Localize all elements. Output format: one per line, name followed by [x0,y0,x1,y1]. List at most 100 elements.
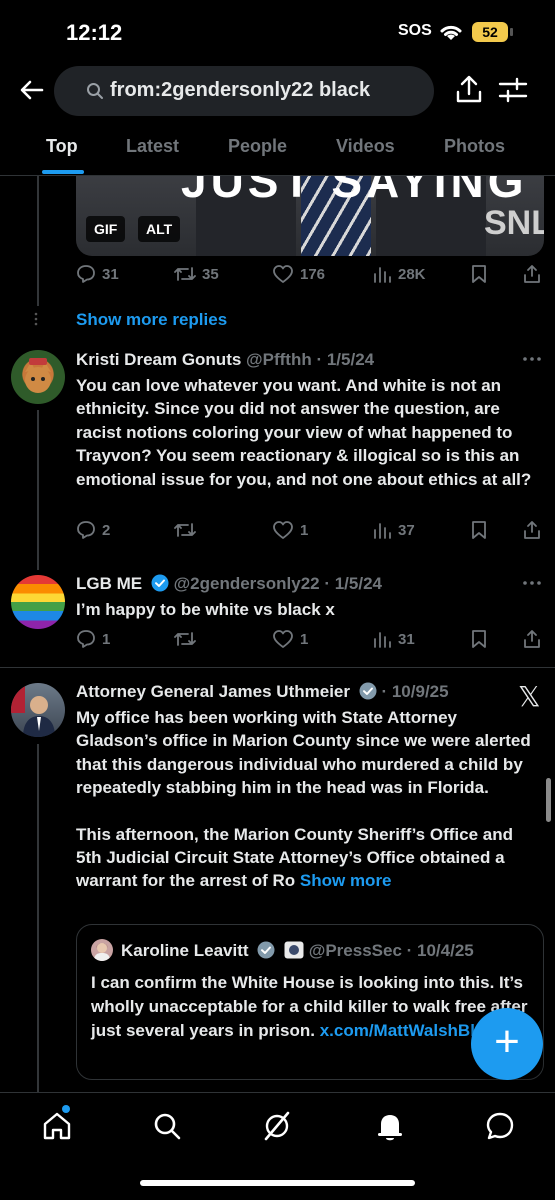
reply-button[interactable]: 2 [76,520,110,540]
tweet-paragraph: My office has been working with State At… [76,708,531,798]
author-handle[interactable]: @Pffthh [246,350,312,369]
tweet-paragraph: This afternoon, the Marion County Sherif… [76,823,536,893]
show-more-replies-link[interactable]: Show more replies [76,310,227,330]
home-indicator[interactable] [140,1180,415,1186]
like-count: 1 [300,630,309,648]
status-bar: 12:12 SOS 52 [0,0,555,62]
verified-badge-icon [359,682,377,700]
gif-watermark: SNL [484,204,544,242]
plus-icon: + [494,1017,520,1066]
views-button[interactable]: 28K [372,264,426,284]
tweet-date[interactable]: · 1/5/24 [316,350,374,369]
repost-button[interactable] [174,629,202,649]
verified-badge-icon [151,574,169,592]
tab-photos[interactable]: Photos [444,136,505,157]
bookmark-button[interactable] [470,520,488,540]
tab-top[interactable]: Top [46,136,78,157]
reply-icon [77,630,95,648]
reply-button[interactable]: 1 [76,629,110,649]
reply-icon [77,521,95,539]
share-icon[interactable] [452,74,486,106]
tweet-date[interactable]: · 10/9/25 [381,682,448,701]
avatar-image [11,683,55,737]
tab-latest[interactable]: Latest [126,136,179,157]
repost-button[interactable] [174,520,202,540]
bookmark-icon [472,630,486,648]
heart-icon [273,265,293,283]
share-tweet-button[interactable] [522,520,542,540]
notifications-icon[interactable] [373,1109,407,1143]
tab-videos[interactable]: Videos [336,136,395,157]
author-name[interactable]: Kristi Dream Gonuts [76,350,241,369]
like-count: 1 [300,521,309,539]
avatar-image [25,358,51,393]
messages-icon[interactable] [483,1109,517,1143]
alt-badge[interactable]: ALT [138,216,181,242]
more-options-icon[interactable] [522,356,542,362]
tweet-text: My office has been working with State At… [76,706,536,893]
show-more-link[interactable]: Show more [300,871,392,890]
heart-icon [273,630,293,648]
repost-button[interactable]: 35 [174,264,219,284]
reply-button[interactable]: 31 [76,264,119,284]
tweet-actions: 31 35 176 28K [76,264,546,288]
views-icon [374,632,391,648]
tweet-date: · 10/4/25 [406,941,474,960]
quoted-tweet-header: Karoline Leavitt @PressSec · 10/4/25 [121,941,474,961]
home-icon[interactable] [40,1109,74,1143]
tab-people[interactable]: People [228,136,287,157]
repost-count: 35 [202,265,219,283]
like-button[interactable]: 176 [272,264,325,284]
search-input[interactable]: from:2gendersonly22 black [54,66,434,116]
author-name[interactable]: LGB ME [76,574,142,593]
grok-icon[interactable] [260,1109,294,1143]
search-icon [87,83,103,99]
avatar[interactable] [11,575,65,629]
notification-dot [62,1105,70,1113]
battery-tip [510,28,513,36]
bookmark-button[interactable] [470,629,488,649]
gif-caption: JUST SAYING [181,176,528,207]
share-tweet-icon [524,630,540,648]
like-button[interactable]: 1 [272,520,308,540]
author-name[interactable]: Attorney General James Uthmeier [76,682,350,701]
share-tweet-button[interactable] [522,264,542,284]
reply-count: 1 [102,630,111,648]
verified-badge-icon [257,941,275,959]
search-icon[interactable] [150,1109,184,1143]
filter-settings-icon[interactable] [496,74,530,106]
reply-icon [77,265,95,283]
affiliate-seal-icon [284,941,304,959]
search-tabs: Top Latest People Videos Photos [0,124,555,176]
bookmark-button[interactable] [470,264,488,284]
like-button[interactable]: 1 [272,629,308,649]
status-time: 12:12 [66,20,123,45]
avatar[interactable] [11,683,65,737]
tweet-divider [0,667,555,668]
scrollbar[interactable] [546,778,551,822]
share-tweet-icon [524,521,540,539]
tweet-date[interactable]: · 1/5/24 [324,574,382,593]
author-handle: @PressSec [308,941,402,960]
share-tweet-icon [524,265,540,283]
tweet-paragraph-text: This afternoon, the Marion County Sherif… [76,824,513,891]
tweet-actions: 2 1 37 [76,520,546,544]
tweet-header: Attorney General James Uthmeier · 10/9/2… [76,682,449,702]
search-header: from:2gendersonly22 black [0,62,555,118]
gif-media[interactable]: JUST SAYING SNL GIF ALT [76,176,544,256]
author-handle[interactable]: @2gendersonly22 [174,574,320,593]
more-options-icon[interactable] [522,580,542,586]
back-arrow-icon[interactable] [16,74,48,106]
views-button[interactable]: 37 [372,520,415,540]
reply-count: 31 [102,265,119,283]
compose-button[interactable]: + [471,1008,543,1080]
bookmark-icon [472,265,486,283]
repost-icon [174,267,196,281]
heart-icon [273,521,293,539]
thread-dots [34,312,38,326]
views-button[interactable]: 31 [372,629,415,649]
gif-badge: GIF [86,216,126,242]
share-tweet-button[interactable] [522,629,542,649]
avatar[interactable] [11,350,65,404]
